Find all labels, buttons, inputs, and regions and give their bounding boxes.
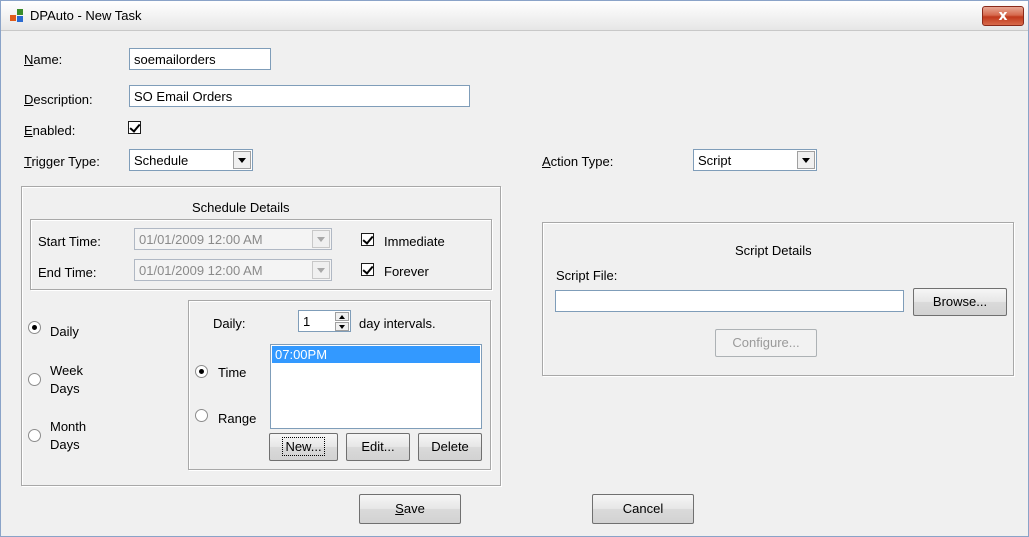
configure-button: Configure... — [715, 329, 817, 357]
description-field[interactable]: SO Email Orders — [129, 85, 470, 107]
script-file-field[interactable] — [555, 290, 904, 312]
start-time-value: 01/01/2009 12:00 AM — [139, 232, 263, 247]
name-field[interactable]: soemailorders — [129, 48, 271, 70]
day-interval-stepper[interactable]: 1 — [298, 310, 351, 332]
forever-label: Forever — [384, 264, 429, 279]
save-button[interactable]: Save — [359, 494, 461, 524]
name-label: Name: — [24, 52, 63, 67]
start-time-label: Start Time: — [38, 234, 101, 249]
forever-checkbox[interactable] — [361, 263, 374, 276]
chevron-down-icon[interactable] — [233, 151, 251, 169]
spin-down-icon[interactable] — [335, 322, 349, 331]
action-type-label: Action Type: — [542, 154, 614, 169]
script-file-label: Script File: — [556, 268, 618, 283]
daily-radio-label: Daily — [50, 324, 79, 339]
new-task-dialog: DPAuto - New Task x Name: soemailorders … — [0, 0, 1029, 537]
immediate-label: Immediate — [384, 234, 445, 249]
name-label-text: ame: — [33, 52, 63, 67]
chevron-down-icon — [312, 230, 330, 248]
range-radio-label: Range — [218, 411, 257, 426]
enabled-label: Enabled: — [24, 123, 76, 138]
action-type-value: Script — [698, 153, 732, 168]
list-item[interactable]: 07:00PM — [272, 346, 480, 363]
week-days-radio[interactable] — [28, 373, 41, 386]
month-days-radio[interactable] — [28, 429, 41, 442]
immediate-checkbox[interactable] — [361, 233, 374, 246]
week-days-label-line2: Days — [50, 381, 80, 396]
description-label: Description: — [24, 92, 93, 107]
trigger-type-value: Schedule — [134, 153, 189, 168]
chevron-down-icon — [312, 261, 330, 279]
end-time-picker: 01/01/2009 12:00 AM — [134, 259, 332, 281]
day-interval-value: 1 — [303, 314, 311, 329]
new-time-button[interactable]: New... — [269, 433, 338, 461]
browse-button[interactable]: Browse... — [913, 288, 1007, 316]
start-time-picker: 01/01/2009 12:00 AM — [134, 228, 332, 250]
month-days-label-line2: Days — [50, 437, 80, 452]
script-details-title: Script Details — [735, 243, 812, 258]
title-bar: DPAuto - New Task x — [1, 1, 1028, 31]
app-icon — [10, 9, 26, 23]
spin-up-icon[interactable] — [335, 312, 349, 321]
daily-radio[interactable] — [28, 321, 41, 334]
end-time-value: 01/01/2009 12:00 AM — [139, 263, 263, 278]
close-button[interactable]: x — [982, 6, 1024, 26]
enabled-checkbox[interactable] — [128, 121, 141, 134]
window-title: DPAuto - New Task — [30, 8, 142, 23]
chevron-down-icon[interactable] — [797, 151, 815, 169]
delete-time-button[interactable]: Delete — [418, 433, 482, 461]
trigger-type-label: Trigger Type: — [24, 154, 100, 169]
day-intervals-suffix: day intervals. — [359, 316, 436, 331]
end-time-label: End Time: — [38, 265, 97, 280]
week-days-label-line1: Week — [50, 363, 83, 378]
new-time-button-label: New... — [282, 437, 325, 456]
time-radio[interactable] — [195, 365, 208, 378]
time-radio-label: Time — [218, 365, 247, 380]
daily-interval-label: Daily: — [213, 316, 246, 331]
schedule-details-title: Schedule Details — [192, 200, 290, 215]
action-type-select[interactable]: Script — [693, 149, 817, 171]
cancel-button[interactable]: Cancel — [592, 494, 694, 524]
month-days-label-line1: Month — [50, 419, 87, 434]
edit-time-button[interactable]: Edit... — [346, 433, 410, 461]
time-list[interactable]: 07:00PM — [270, 344, 482, 429]
trigger-type-select[interactable]: Schedule — [129, 149, 253, 171]
range-radio[interactable] — [195, 409, 208, 422]
